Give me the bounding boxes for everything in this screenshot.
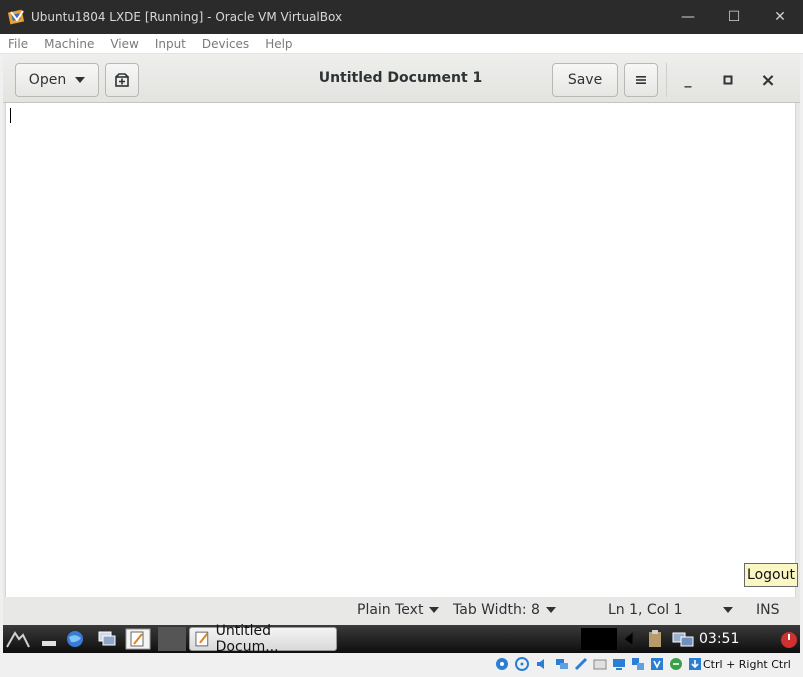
vbox-minimize-button[interactable]: — [665, 0, 711, 34]
open-button[interactable]: Open [15, 63, 99, 97]
text-editor-icon [195, 631, 209, 647]
new-tab-button[interactable] [105, 63, 139, 97]
header-separator [666, 63, 667, 97]
tab-width-label: Tab Width: 8 [453, 602, 540, 618]
vbox-menu-bar: File Machine View Input Devices Help [0, 34, 803, 54]
video-capture-icon[interactable] [631, 657, 645, 671]
save-button[interactable]: Save [552, 63, 618, 97]
tray-blank-area [581, 628, 617, 650]
lxde-taskbar: Untitled Docum... 03:51 [3, 623, 800, 655]
gedit-maximize-button[interactable] [715, 67, 741, 93]
insert-mode-label: INS [756, 602, 780, 618]
audio-icon[interactable] [535, 657, 549, 671]
menu-help[interactable]: Help [265, 37, 292, 51]
usb-icon[interactable] [574, 657, 588, 671]
menu-file[interactable]: File [8, 37, 28, 51]
menu-input[interactable]: Input [155, 37, 186, 51]
maximize-icon [723, 75, 733, 85]
gedit-header-bar: Open Untitled Document 1 Save _ × [3, 55, 800, 103]
web-browser-icon[interactable] [65, 629, 85, 649]
clock[interactable]: 03:51 [699, 631, 739, 647]
menu-machine[interactable]: Machine [44, 37, 94, 51]
language-selector[interactable]: Plain Text [357, 602, 440, 618]
menu-view[interactable]: View [110, 37, 138, 51]
cursor-position-selector[interactable]: Ln 1, Col 1 [608, 602, 733, 618]
display-icon[interactable] [612, 657, 626, 671]
minimize-icon: — [681, 9, 695, 25]
menu-devices[interactable]: Devices [202, 37, 249, 51]
open-button-label: Open [28, 72, 67, 88]
vbox-maximize-button[interactable]: ☐ [711, 0, 757, 34]
keyboard-capture-icon[interactable] [688, 657, 702, 671]
chevron-down-icon [545, 607, 556, 613]
virtualbox-logo-icon [8, 9, 25, 25]
minimize-icon: _ [684, 72, 692, 88]
taskbar-spacer [158, 627, 186, 651]
network-icon[interactable] [671, 629, 695, 649]
mouse-integration-icon[interactable] [669, 657, 683, 671]
tab-width-selector[interactable]: Tab Width: 8 [453, 602, 556, 618]
host-key-label: Ctrl + Right Ctrl [703, 658, 791, 671]
vbox-title-bar: Ubuntu1804 LXDE [Running] - Oracle VM Vi… [0, 0, 803, 34]
gedit-status-bar: Plain Text Tab Width: 8 Ln 1, Col 1 INS [3, 597, 800, 625]
optical-drive-icon[interactable] [515, 657, 529, 671]
save-button-label: Save [567, 72, 603, 88]
vbox-close-button[interactable]: ✕ [757, 0, 803, 34]
hamburger-menu-button[interactable] [624, 63, 658, 97]
clipboard-icon[interactable] [645, 629, 665, 649]
shared-folders-icon[interactable] [593, 657, 607, 671]
chevron-down-icon [429, 607, 440, 613]
hamburger-icon [636, 76, 646, 84]
language-label: Plain Text [357, 602, 424, 618]
guest-screen: Open Untitled Document 1 Save _ × Plain … [3, 55, 800, 677]
hard-disk-icon[interactable] [495, 657, 509, 671]
text-editor-area[interactable] [5, 103, 796, 597]
cursor-position-label: Ln 1, Col 1 [608, 602, 683, 618]
virtualization-icon[interactable] [650, 657, 664, 671]
vbox-window-title: Ubuntu1804 LXDE [Running] - Oracle VM Vi… [31, 10, 343, 24]
maximize-icon: ☐ [727, 9, 741, 25]
chevron-down-icon [722, 607, 733, 613]
minimize-all-icon[interactable] [39, 629, 59, 649]
logout-tooltip: Logout [744, 563, 798, 587]
desktop-switcher-icon[interactable] [97, 629, 117, 649]
tray-arrow-icon[interactable] [621, 629, 635, 649]
vbox-status-bar: Ctrl + Right Ctrl [3, 653, 800, 677]
insert-mode-indicator: INS [756, 602, 780, 618]
gedit-close-button[interactable]: × [755, 67, 781, 93]
taskbar-window-label: Untitled Docum... [215, 623, 279, 655]
lxde-menu-icon[interactable] [5, 629, 31, 649]
document-title: Untitled Document 1 [318, 70, 483, 86]
close-icon: ✕ [774, 9, 786, 25]
taskbar-window-button[interactable]: Untitled Docum... [189, 623, 337, 655]
gedit-minimize-button[interactable]: _ [675, 67, 701, 93]
chevron-down-icon [75, 77, 86, 83]
text-cursor [10, 108, 11, 123]
network-adapter-icon[interactable] [555, 657, 569, 671]
new-document-icon [115, 73, 129, 87]
close-icon: × [760, 69, 776, 91]
text-editor-launcher-icon[interactable] [125, 628, 151, 650]
logout-icon[interactable] [779, 629, 799, 649]
